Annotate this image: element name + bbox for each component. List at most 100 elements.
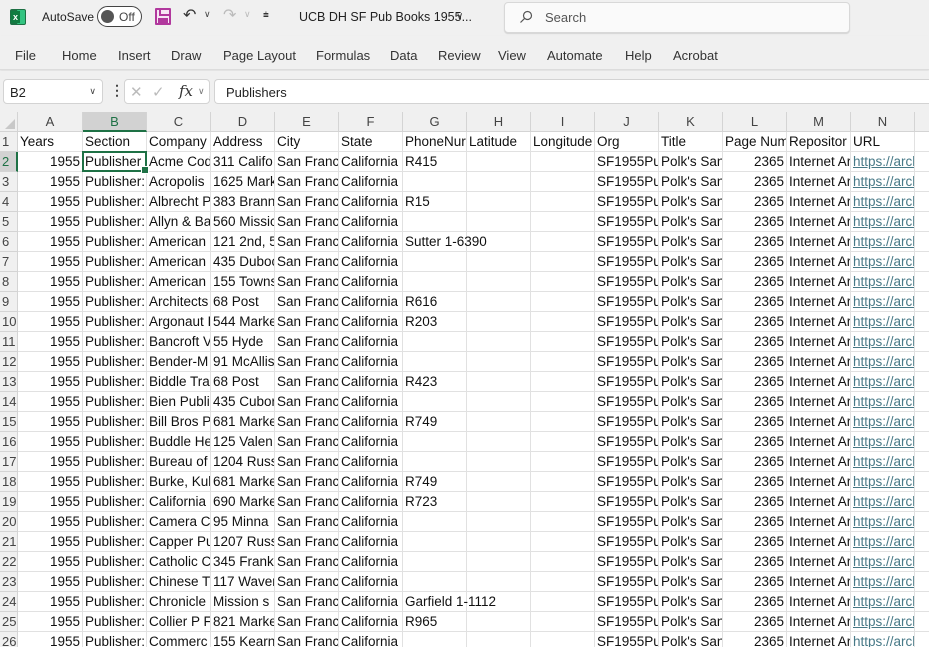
header-cell[interactable]: Org [595,132,659,152]
table-cell[interactable]: SF1955Pul [595,392,659,412]
table-cell[interactable]: Polk's San [659,512,723,532]
table-cell[interactable]: 2365 [723,412,787,432]
table-cell[interactable]: https://archi [851,592,915,612]
table-cell[interactable]: Publisher: [83,372,147,392]
row-header[interactable]: 9 [0,292,18,312]
table-cell[interactable]: 1207 Russ [211,532,275,552]
table-cell[interactable]: https://archi [851,612,915,632]
table-cell[interactable]: 2365 [723,492,787,512]
table-cell[interactable]: SF1955Pul [595,432,659,452]
table-cell[interactable]: R415 [403,152,467,172]
table-cell[interactable]: California [147,492,211,512]
table-cell[interactable]: Internet Ar [787,352,851,372]
table-cell[interactable]: California [339,492,403,512]
document-title-chevron-icon[interactable]: ∨ [456,11,463,22]
table-cell[interactable] [531,272,595,292]
table-cell[interactable]: SF1955Pul [595,212,659,232]
table-cell[interactable]: 1955 [18,632,83,647]
table-cell[interactable]: San Franc [275,352,339,372]
table-cell[interactable]: San Franc [275,452,339,472]
table-cell[interactable]: https://archi [851,452,915,472]
table-cell[interactable] [915,512,929,532]
table-cell[interactable]: https://archi [851,172,915,192]
table-cell[interactable] [467,192,531,212]
table-cell[interactable]: Polk's San [659,412,723,432]
table-cell[interactable]: California [339,412,403,432]
table-cell[interactable] [531,592,595,612]
table-cell[interactable]: https://archi [851,252,915,272]
table-cell[interactable]: Internet Ar [787,272,851,292]
undo-icon[interactable]: ↶ [183,6,196,26]
table-cell[interactable]: Catholic C [147,552,211,572]
table-cell[interactable]: Publisher: [83,572,147,592]
table-cell[interactable]: Internet Ar [787,432,851,452]
table-cell[interactable]: Polk's San [659,592,723,612]
row-header[interactable]: 4 [0,192,18,212]
table-cell[interactable]: California [339,252,403,272]
table-cell[interactable] [467,452,531,472]
undo-dropdown-icon[interactable]: ∨ [204,9,211,20]
table-cell[interactable] [531,332,595,352]
table-cell[interactable]: 91 McAllis [211,352,275,372]
table-cell[interactable]: 1955 [18,292,83,312]
row-header[interactable]: 16 [0,432,18,452]
table-cell[interactable]: https://archi [851,512,915,532]
column-header-n[interactable]: N [851,112,915,132]
table-cell[interactable]: 544 Marke [211,312,275,332]
table-cell[interactable]: San Franc [275,632,339,647]
table-cell[interactable]: SF1955Pul [595,332,659,352]
table-cell[interactable] [531,212,595,232]
table-cell[interactable]: SF1955Pul [595,512,659,532]
table-cell[interactable]: 2365 [723,472,787,492]
row-header[interactable]: 26 [0,632,18,647]
table-cell[interactable]: 1955 [18,532,83,552]
table-cell[interactable]: 1955 [18,152,83,172]
tab-file[interactable]: File [15,48,36,63]
table-cell[interactable]: Polk's San [659,372,723,392]
row-header[interactable]: 15 [0,412,18,432]
table-cell[interactable]: Internet Ar [787,472,851,492]
table-cell[interactable]: Publisher: [83,512,147,532]
table-cell[interactable]: Internet Ar [787,592,851,612]
table-cell[interactable]: SF1955Pul [595,592,659,612]
table-cell[interactable] [915,532,929,552]
table-cell[interactable]: California [339,452,403,472]
table-cell[interactable]: 2365 [723,232,787,252]
table-cell[interactable]: Polk's San [659,292,723,312]
table-cell[interactable]: Polk's San [659,212,723,232]
table-cell[interactable]: California [339,472,403,492]
table-cell[interactable]: 311 Califo [211,152,275,172]
header-cell[interactable]: Longitude [531,132,595,152]
table-cell[interactable]: SF1955Pul [595,612,659,632]
table-cell[interactable]: Polk's San [659,432,723,452]
table-cell[interactable] [467,552,531,572]
tab-acrobat[interactable]: Acrobat [673,48,718,63]
header-cell[interactable]: Page Num [723,132,787,152]
row-header[interactable]: 8 [0,272,18,292]
table-cell[interactable] [467,252,531,272]
table-cell[interactable]: Polk's San [659,252,723,272]
table-cell[interactable]: 1955 [18,512,83,532]
table-cell[interactable]: R616 [403,292,467,312]
table-cell[interactable] [915,412,929,432]
table-cell[interactable] [915,312,929,332]
table-cell[interactable]: Internet Ar [787,312,851,332]
table-cell[interactable]: Publisher: [83,532,147,552]
table-cell[interactable] [467,352,531,372]
table-cell[interactable] [403,552,467,572]
table-cell[interactable]: 2365 [723,572,787,592]
table-cell[interactable]: California [339,532,403,552]
row-header[interactable]: 21 [0,532,18,552]
table-cell[interactable] [915,152,929,172]
table-cell[interactable]: Bien Publi [147,392,211,412]
table-cell[interactable]: 1955 [18,172,83,192]
tab-help[interactable]: Help [625,48,652,63]
header-cell[interactable]: State [339,132,403,152]
table-cell[interactable]: Acropolis [147,172,211,192]
table-cell[interactable]: Polk's San [659,172,723,192]
table-cell[interactable]: California [339,572,403,592]
table-cell[interactable] [915,432,929,452]
table-cell[interactable]: Collier P F [147,612,211,632]
table-cell[interactable]: Publisher: [83,352,147,372]
table-cell[interactable] [531,612,595,632]
